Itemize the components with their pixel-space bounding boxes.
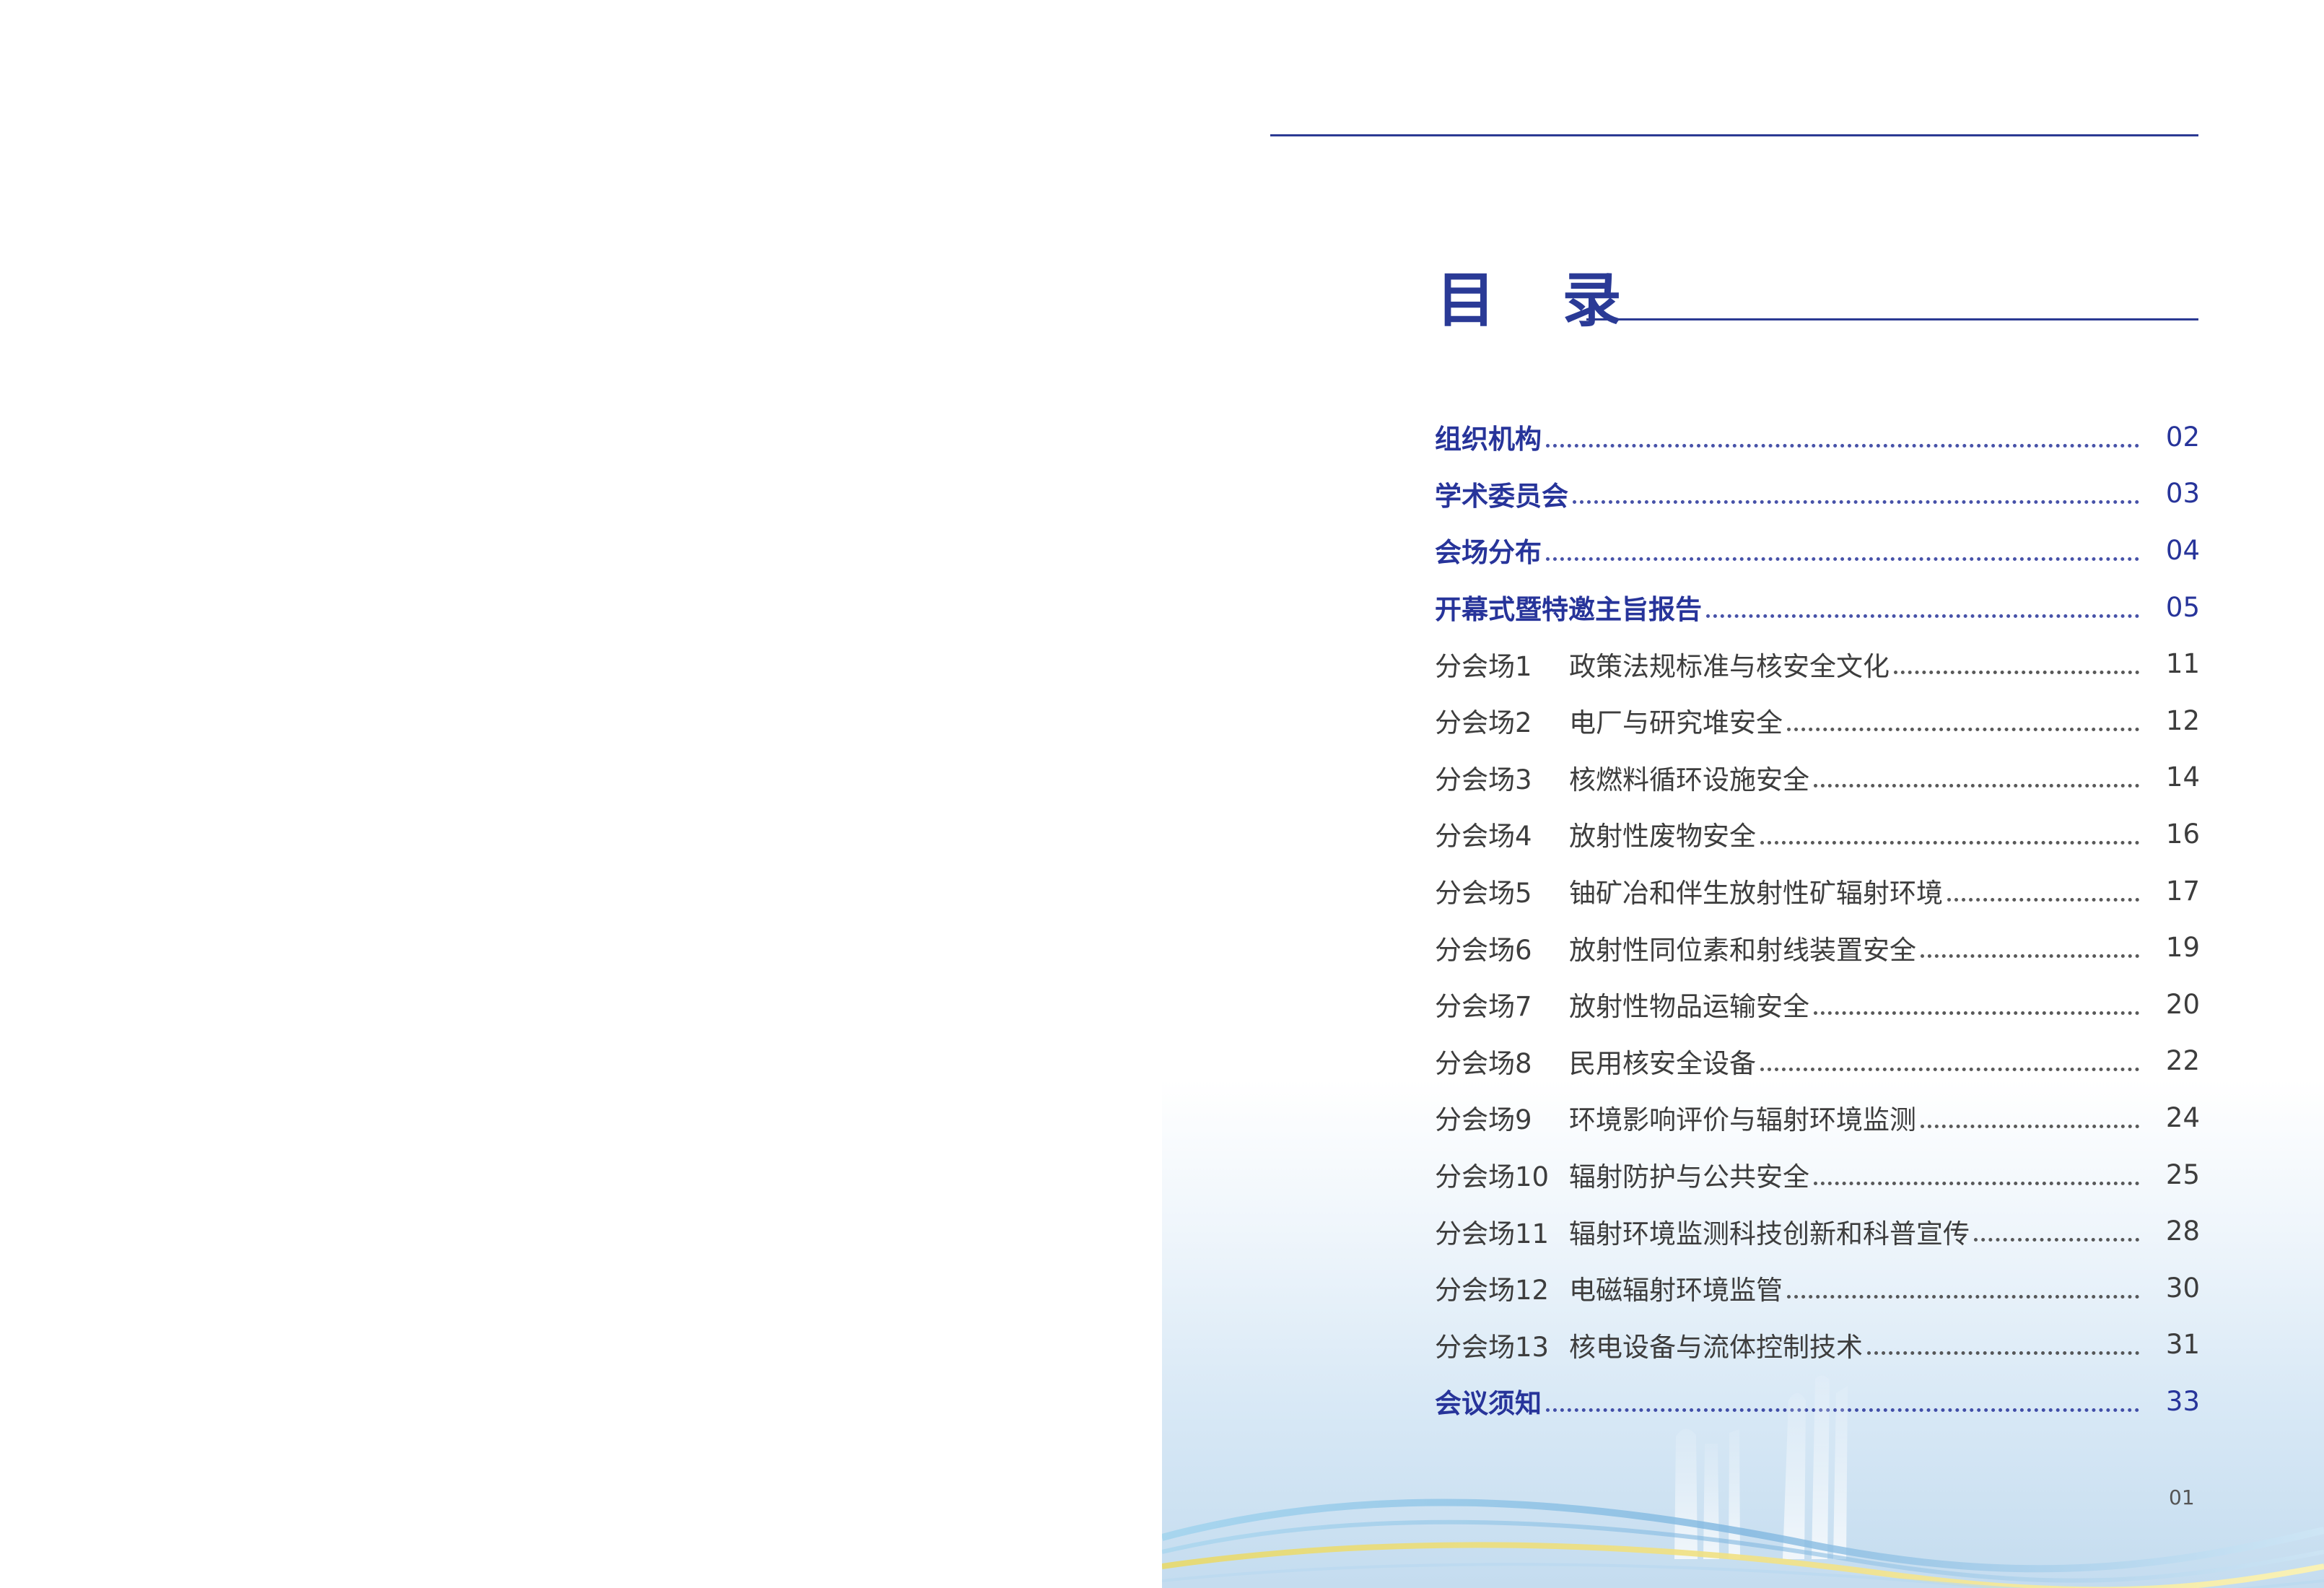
toc-page-number: 02 [2165, 421, 2200, 453]
dot-leader [1814, 784, 2139, 788]
header-rule [1270, 134, 2198, 136]
toc-entry-title: 辐射防护与公共安全 [1569, 1161, 1809, 1193]
toc-session-number: 分会场10 [1435, 1161, 1550, 1193]
toc-entry[interactable]: 分会场5 铀矿冶和伴生放射性矿辐射环境 17 [1435, 863, 2200, 920]
dot-leader [1894, 671, 2139, 675]
toc-page-number: 12 [2165, 704, 2200, 736]
dot-leader [1921, 1124, 2139, 1128]
toc-session-number: 分会场3 [1435, 764, 1532, 795]
toc-page-number: 30 [2165, 1272, 2200, 1304]
wave-lines [1162, 1498, 2324, 1588]
dot-leader [1546, 443, 2139, 448]
toc-title: 目 录 [1436, 266, 1645, 335]
toc-session-number: 分会场4 [1435, 821, 1532, 852]
dot-leader [1546, 557, 2139, 561]
page-number: 01 [2169, 1486, 2195, 1509]
toc-page-number: 05 [2165, 591, 2200, 623]
dot-leader [1974, 1238, 2139, 1242]
toc-entry[interactable]: 开幕式暨特邀主旨报告 05 [1435, 579, 2200, 636]
toc-entry-title: 政策法规标准与核安全文化 [1569, 650, 1890, 682]
toc-page: 目 录 组织机构 02 学术委员会 03 会场分布 04 开幕式暨特邀主旨报告 05 分会场1 政… [1162, 0, 2324, 1588]
toc-entry[interactable]: 分会场9 环境影响评价与辐射环境监测 24 [1435, 1089, 2200, 1146]
toc-entry-title: 电厂与研究堆安全 [1569, 707, 1783, 739]
toc-entry-title: 放射性废物安全 [1569, 821, 1756, 852]
toc-page-number: 19 [2165, 932, 2200, 964]
toc-entry[interactable]: 分会场4 放射性废物安全 16 [1435, 806, 2200, 863]
toc-session-number: 分会场11 [1435, 1218, 1550, 1249]
dot-leader [1814, 1181, 2139, 1185]
toc-entry-title: 放射性同位素和射线装置安全 [1569, 934, 1916, 966]
toc-entry[interactable]: 分会场8 民用核安全设备 22 [1435, 1033, 2200, 1090]
dot-leader [1573, 500, 2139, 505]
city-skyline-background [1162, 1375, 2324, 1588]
dot-leader [1921, 954, 2139, 959]
toc-entry-title: 核燃料循环设施安全 [1569, 764, 1809, 795]
toc-entry[interactable]: 分会场6 放射性同位素和射线装置安全 19 [1435, 919, 2200, 976]
toc-entry-title: 核电设备与流体控制技术 [1569, 1331, 1863, 1363]
toc-entry-title: 电磁辐射环境监管 [1569, 1275, 1783, 1306]
toc-entry[interactable]: 分会场2 电厂与研究堆安全 12 [1435, 692, 2200, 749]
toc-page-number: 31 [2165, 1329, 2200, 1361]
toc-entry[interactable]: 学术委员会 03 [1435, 466, 2200, 523]
toc-entry[interactable]: 组织机构 02 [1435, 409, 2200, 466]
toc-entry[interactable]: 会场分布 04 [1435, 522, 2200, 579]
toc-entry[interactable]: 分会场1 政策法规标准与核安全文化 11 [1435, 635, 2200, 692]
dot-leader [1760, 840, 2139, 845]
toc-entry-title: 学术委员会 [1435, 480, 1568, 512]
toc-list: 组织机构 02 学术委员会 03 会场分布 04 开幕式暨特邀主旨报告 05 分会场1 政策法规标… [1435, 409, 2200, 1430]
toc-session-number: 分会场12 [1435, 1275, 1550, 1306]
dot-leader [1787, 727, 2139, 731]
toc-session-number: 分会场2 [1435, 707, 1532, 739]
document-spread: 目 录 组织机构 02 学术委员会 03 会场分布 04 开幕式暨特邀主旨报告 05 分会场1 政… [0, 0, 2324, 1588]
toc-entry[interactable]: 分会场13 核电设备与流体控制技术 31 [1435, 1317, 2200, 1374]
toc-entry[interactable]: 分会场10 辐射防护与公共安全 25 [1435, 1146, 2200, 1203]
dot-leader [1947, 897, 2139, 902]
toc-session-number: 分会场5 [1435, 878, 1532, 909]
toc-page-number: 25 [2165, 1159, 2200, 1190]
toc-page-number: 24 [2165, 1101, 2200, 1133]
toc-page-number: 03 [2165, 478, 2200, 510]
toc-page-number: 16 [2165, 818, 2200, 850]
dot-leader [1867, 1351, 2139, 1356]
toc-entry-title: 放射性物品运输安全 [1569, 991, 1809, 1023]
toc-session-number: 分会场8 [1435, 1047, 1532, 1079]
toc-entry-title: 组织机构 [1435, 424, 1542, 455]
toc-entry-title: 铀矿冶和伴生放射性矿辐射环境 [1569, 878, 1943, 909]
dot-leader [1706, 614, 2139, 618]
toc-page-number: 04 [2165, 534, 2200, 566]
toc-session-number: 分会场7 [1435, 991, 1532, 1023]
toc-session-number: 分会场13 [1435, 1331, 1550, 1363]
toc-page-number: 11 [2165, 648, 2200, 680]
toc-entry-title: 环境影响评价与辐射环境监测 [1569, 1104, 1916, 1136]
dot-leader [1787, 1294, 2139, 1299]
toc-page-number: 20 [2165, 988, 2200, 1020]
toc-session-number: 分会场6 [1435, 934, 1532, 966]
toc-entry[interactable]: 分会场11 辐射环境监测科技创新和科普宣传 28 [1435, 1203, 2200, 1260]
toc-page-number: 28 [2165, 1216, 2200, 1247]
toc-entry-title: 会场分布 [1435, 537, 1542, 569]
toc-entry[interactable]: 分会场12 电磁辐射环境监管 30 [1435, 1260, 2200, 1317]
toc-session-number: 分会场1 [1435, 650, 1532, 682]
blank-left-page [0, 0, 1162, 1588]
dot-leader [1814, 1011, 2139, 1015]
toc-entry-title: 民用核安全设备 [1569, 1047, 1756, 1079]
dot-leader [1760, 1068, 2139, 1072]
toc-page-number: 17 [2165, 875, 2200, 907]
toc-entry[interactable]: 分会场7 放射性物品运输安全 20 [1435, 976, 2200, 1033]
toc-entry[interactable]: 分会场3 核燃料循环设施安全 14 [1435, 749, 2200, 806]
toc-session-number: 分会场9 [1435, 1104, 1532, 1136]
toc-entry-title: 辐射环境监测科技创新和科普宣传 [1569, 1218, 1970, 1249]
toc-page-number: 22 [2165, 1045, 2200, 1077]
title-underline [1586, 318, 2198, 320]
toc-page-number: 14 [2165, 762, 2200, 793]
toc-entry-title: 开幕式暨特邀主旨报告 [1435, 594, 1702, 626]
